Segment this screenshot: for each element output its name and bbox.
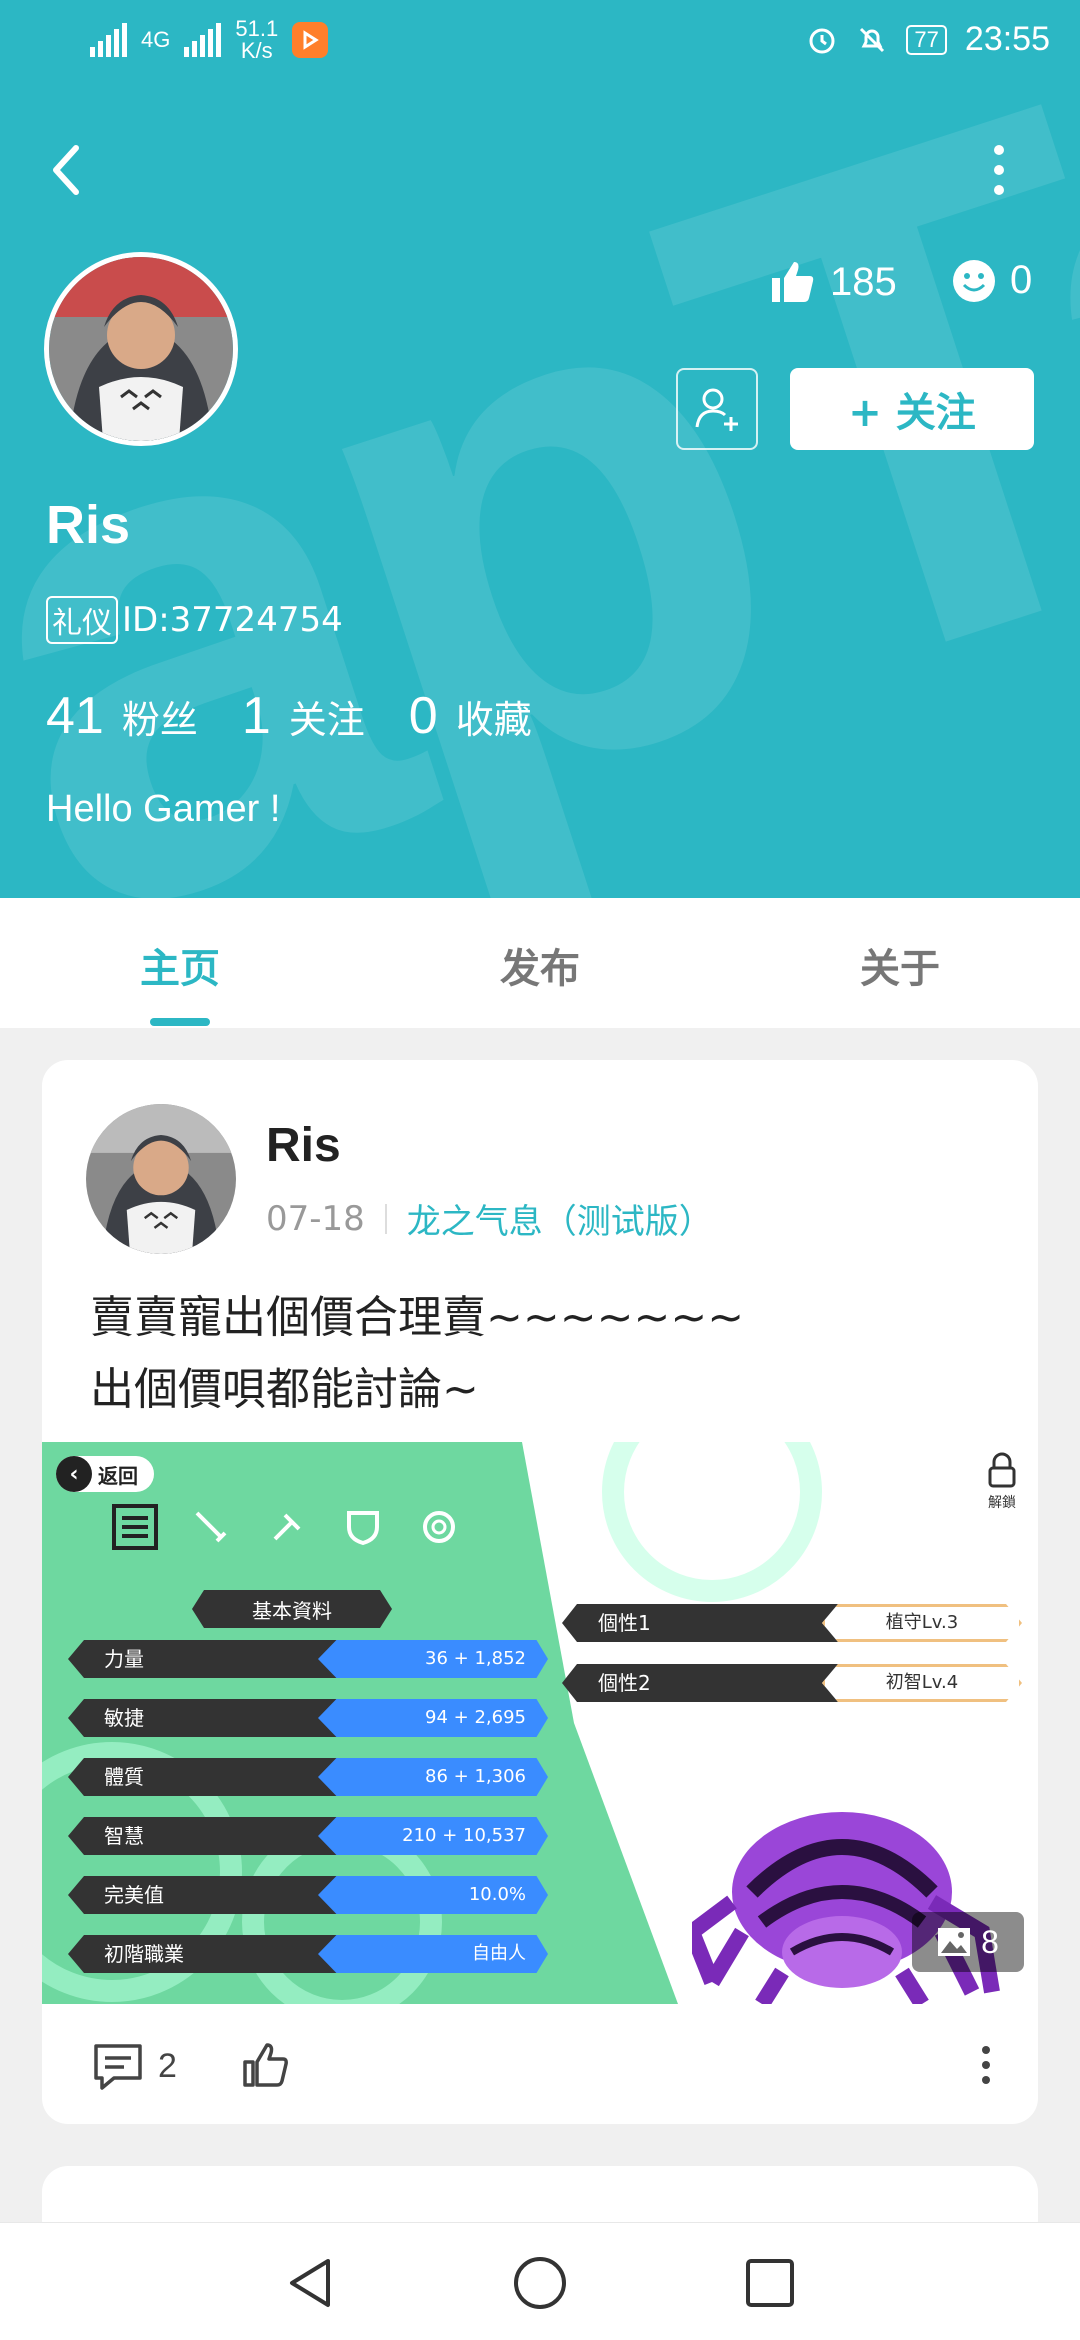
game-unlock: 解鎖 [980, 1452, 1024, 1512]
post-date: 07-18 [266, 1198, 365, 1239]
tab-home[interactable]: 主页 [140, 936, 220, 994]
profile-tabs: 主页 发布 关于 [0, 898, 1080, 1028]
status-bar: 4G 51.1 K/s 77 23:55 [0, 0, 1080, 84]
post-meta: 07-18 龙之气息（测试版） [266, 1194, 713, 1243]
comment-button[interactable]: 2 [92, 2040, 177, 2092]
alarm-icon [809, 28, 835, 53]
profile-counts: 41 粉丝 1 关注 0 收藏 [46, 686, 576, 746]
following-label[interactable]: 关注 [289, 689, 365, 744]
profile-bio: Hello Gamer ! [46, 788, 281, 830]
profile-id: ID:37724754 [122, 600, 343, 640]
game-tab-icons [112, 1504, 462, 1550]
following-count[interactable]: 1 [242, 686, 271, 746]
more-options-button[interactable] [984, 142, 1014, 198]
add-friend-button[interactable] [676, 368, 758, 450]
post-author-avatar[interactable] [86, 1104, 236, 1254]
game-stat-row: 力量 36 + 1,852 [68, 1640, 548, 1678]
ring-icon [416, 1504, 462, 1550]
square-recents-icon [746, 2259, 794, 2307]
like-button[interactable] [240, 2040, 290, 2094]
net-speed: 51.1 K/s [235, 16, 279, 63]
thumbs-up-icon [772, 262, 814, 302]
followers-label[interactable]: 粉丝 [122, 689, 198, 744]
post-card[interactable]: Ris 07-18 龙之气息（测试版） 賣賣寵出個價合理賣~~~~~~~ 出個價… [42, 1060, 1038, 2124]
followers-count[interactable]: 41 [46, 686, 104, 746]
sword-icon [188, 1504, 234, 1550]
tab-posts[interactable]: 发布 [500, 936, 580, 994]
more-vertical-icon [982, 2046, 990, 2084]
post-text-line: 出個價唄都能討論~ [90, 1364, 479, 1415]
game-stat-row: 完美值 10.0% [68, 1876, 548, 1914]
lock-icon [988, 1452, 1016, 1488]
game-section-title: 基本資料 [192, 1590, 392, 1628]
list-icon [112, 1504, 158, 1550]
status-time: 23:55 [964, 20, 1050, 58]
triangle-back-icon [290, 2259, 330, 2307]
smile-icon [953, 259, 995, 302]
profile-name: Ris [46, 495, 131, 555]
profile-id-row: 礼仪 ID:37724754 [46, 596, 343, 644]
app-notification-icon [292, 22, 329, 58]
profile-header: apTa 4G 51.1 K/s 77 23:55 185 0 + 关注 Ris… [0, 0, 1080, 898]
tab-about[interactable]: 关于 [860, 936, 940, 994]
nav-recents-button[interactable] [738, 2251, 802, 2315]
signal-icon-2 [184, 23, 222, 57]
post-author-name[interactable]: Ris [266, 1118, 341, 1173]
game-stat-row: 敏捷 94 + 2,695 [68, 1699, 548, 1737]
add-user-icon [695, 388, 738, 431]
follow-button[interactable]: + 关注 [790, 368, 1034, 450]
circle-home-icon [514, 2257, 566, 2309]
game-stat-row: 初階職業 自由人 [68, 1935, 548, 1973]
meta-divider [384, 1203, 387, 1234]
game-back-arrow-icon: ‹ [56, 1456, 92, 1492]
nav-back-button[interactable] [278, 2251, 342, 2315]
shield-icon [340, 1504, 386, 1550]
game-back-button: ‹ 返回 [56, 1456, 154, 1492]
chevron-left-icon [53, 145, 79, 195]
image-icon [938, 1928, 971, 1956]
nav-home-button[interactable] [508, 2251, 572, 2315]
profile-reactions: 0 [952, 258, 1032, 303]
comment-icon [94, 2044, 142, 2090]
hammer-icon [264, 1504, 310, 1550]
favorites-label[interactable]: 收藏 [456, 689, 532, 744]
signal-icon [90, 23, 127, 57]
comment-count: 2 [158, 2046, 177, 2085]
game-trait-row: 個性1 植守Lv.3 [562, 1604, 1022, 1642]
tab-indicator [150, 1018, 210, 1026]
post-actions: 2 [42, 2004, 1038, 2124]
battery-indicator: 77 [906, 24, 947, 55]
image-count-badge: 8 [912, 1912, 1024, 1972]
post-image[interactable]: ‹ 返回 解鎖 基本資料 力量 36 + 1,852 敏捷 94 + 2,695… [42, 1442, 1038, 2004]
more-vertical-icon [994, 145, 1004, 195]
game-stat-row: 體質 86 + 1,306 [68, 1758, 548, 1796]
network-type: 4G [141, 27, 171, 52]
system-nav-bar [0, 2222, 1080, 2340]
post-text: 賣賣寵出個價合理賣~~~~~~~ 出個價唄都能討論~ [90, 1282, 1010, 1426]
profile-avatar[interactable] [44, 252, 238, 446]
post-more-button[interactable] [976, 2042, 996, 2088]
thumbs-up-icon [243, 2043, 288, 2087]
game-stat-row: 智慧 210 + 10,537 [68, 1817, 548, 1855]
profile-likes: 185 [768, 258, 897, 306]
game-trait-row: 個性2 初智Lv.4 [562, 1664, 1022, 1702]
post-game-link[interactable]: 龙之气息（测试版） [407, 1194, 713, 1243]
mute-icon [860, 27, 885, 52]
etiquette-badge: 礼仪 [46, 596, 118, 644]
favorites-count[interactable]: 0 [409, 686, 438, 746]
back-button[interactable] [46, 140, 86, 200]
post-text-line: 賣賣寵出個價合理賣~~~~~~~ [90, 1292, 745, 1343]
